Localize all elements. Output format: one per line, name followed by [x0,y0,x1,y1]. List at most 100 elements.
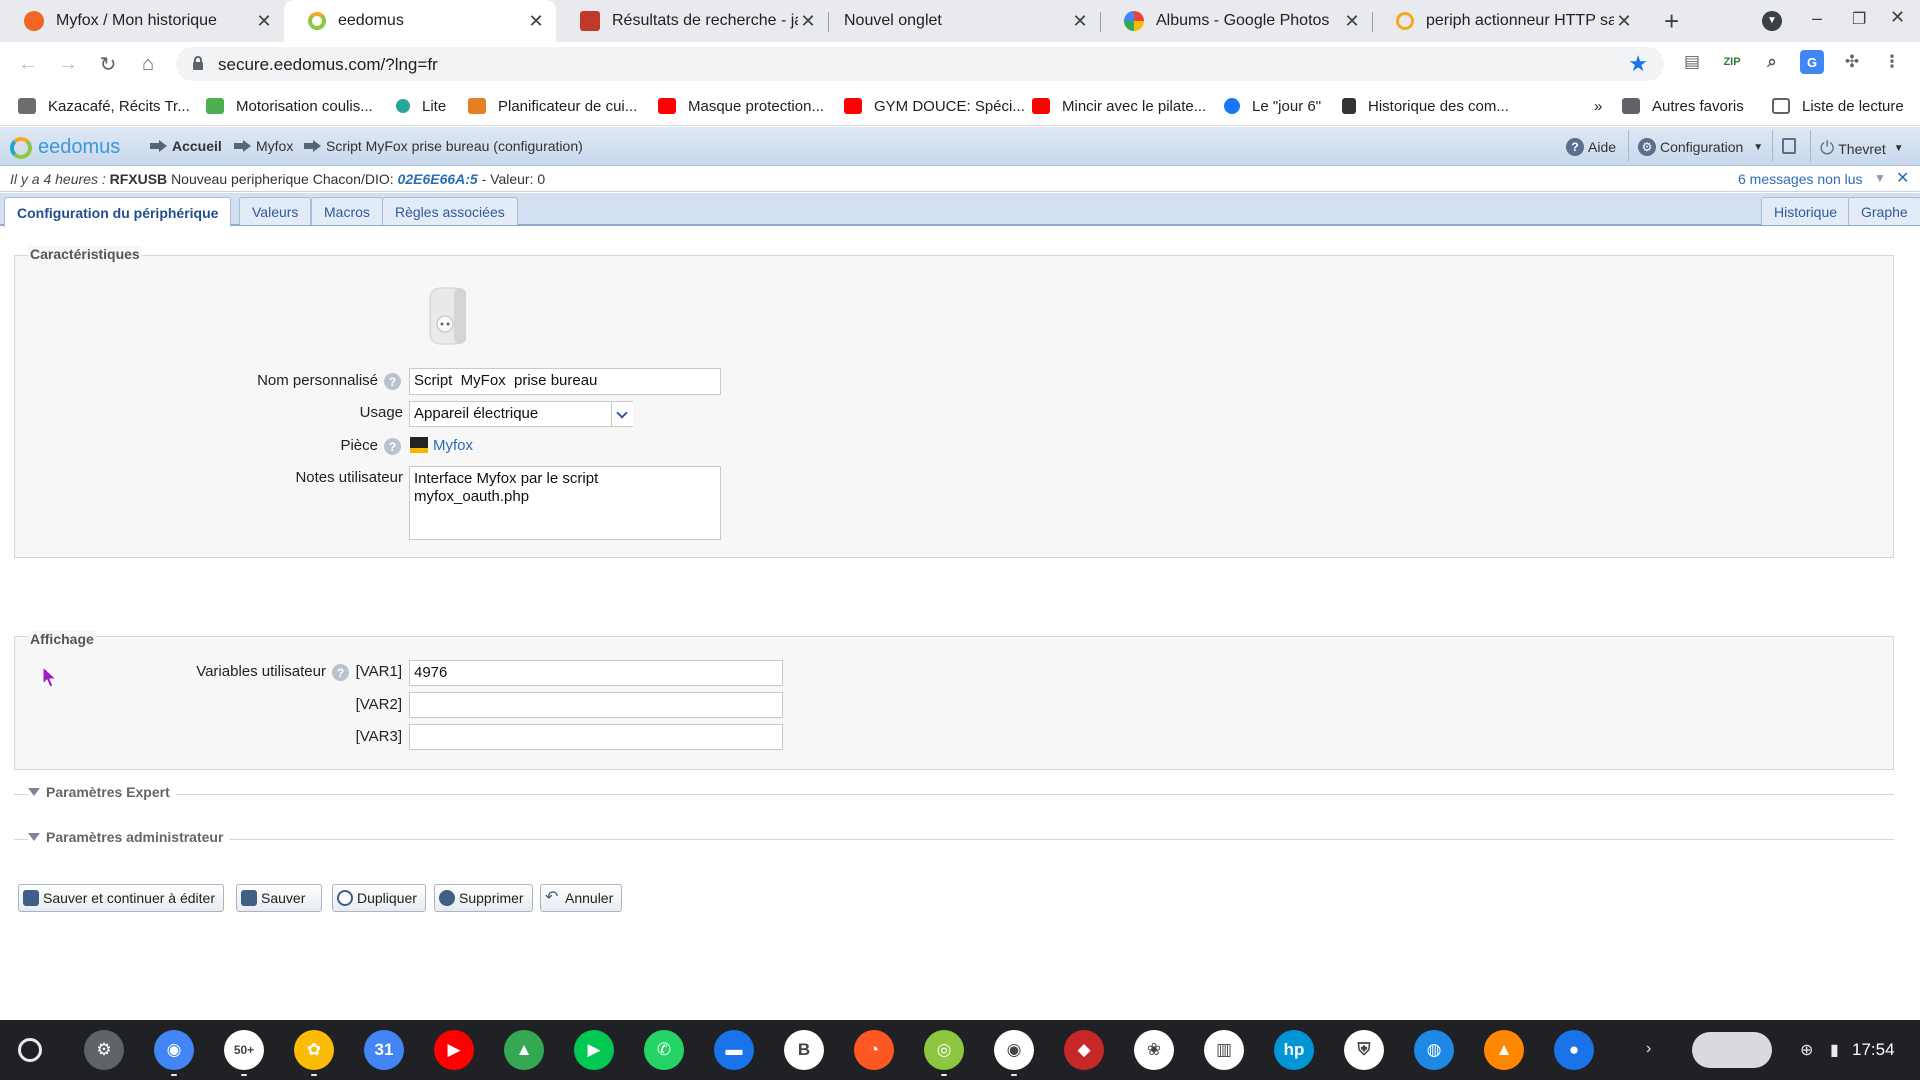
eedomus-logo[interactable]: eedomus [38,136,120,159]
tab-values[interactable]: Valeurs [239,197,312,225]
bookmark-item[interactable]: Le "jour 6" [1224,94,1321,118]
admin-parameters-toggle[interactable]: Paramètres administrateur [14,829,1894,849]
play-store-icon[interactable]: ▶ [574,1030,614,1070]
photos-icon[interactable]: ✿ [294,1030,334,1070]
launcher-icon[interactable] [18,1038,42,1062]
bookmark-item[interactable]: Mincir avec le pilate... [1032,94,1206,118]
extensions-puzzle-icon[interactable]: ✣ [1840,50,1864,74]
save-and-continue-button[interactable]: Sauver et continuer à éditer [18,884,224,912]
bookmark-item[interactable]: Motorisation coulis... [206,94,373,118]
camera-app-icon[interactable]: ◉ [994,1030,1034,1070]
clock[interactable]: 17:54 [1852,1040,1895,1060]
translate-extension-icon[interactable]: G [1800,50,1824,74]
browser-menu-icon[interactable]: ⋮ [1880,50,1904,74]
other-bookmarks[interactable]: Autres favoris [1622,94,1744,118]
vlc-icon[interactable]: ▲ [1484,1030,1524,1070]
restore-icon[interactable]: ❐ [1852,9,1866,29]
tab-macros[interactable]: Macros [311,197,383,225]
contacts-icon[interactable]: ● [1554,1030,1594,1070]
delete-button[interactable]: Supprimer [434,884,533,912]
bookmark-item[interactable]: Lite [396,94,446,118]
red-app-icon[interactable]: ◆ [1064,1030,1104,1070]
browser-tab[interactable]: Albums - Google Photos ✕ [1100,0,1373,42]
bookmark-item[interactable]: Planificateur de cui... [468,94,637,118]
zip-extension-icon[interactable]: ZIP [1720,50,1744,74]
close-window-icon[interactable]: ✕ [1890,7,1905,28]
tab-graph[interactable]: Graphe [1848,197,1920,225]
notes-textarea[interactable]: Interface Myfox par le script myfox_oaut… [409,466,721,540]
browser-tab[interactable]: Résultats de recherche - jann ✕ [556,0,829,42]
minimize-icon[interactable]: – [1812,8,1822,29]
name-input[interactable]: Script MyFox prise bureau [409,368,721,395]
gift-app-icon[interactable]: ❀ [1134,1030,1174,1070]
forward-icon[interactable]: → [54,50,82,78]
duplicate-button[interactable]: Dupliquer [332,884,426,912]
var2-input[interactable] [409,692,783,718]
close-tab-icon[interactable]: ✕ [526,11,546,32]
tab-device-configuration[interactable]: Configuration du périphérique [4,197,232,227]
close-tab-icon[interactable]: ✕ [1342,11,1362,32]
user-menu[interactable]: ⏻ Thevret ▼ [1820,138,1904,159]
bookmark-item[interactable]: Historique des com... [1342,94,1509,118]
usage-select[interactable]: Appareil électrique [409,401,633,427]
tab-history[interactable]: Historique [1761,197,1851,225]
breadcrumb-home[interactable]: Accueil [150,138,222,154]
chevron-down-icon[interactable]: ▼ [1874,171,1886,185]
close-icon[interactable]: ✕ [1896,168,1909,188]
unread-messages-link[interactable]: 6 messages non lus [1738,171,1863,187]
close-tab-icon[interactable]: ✕ [1614,11,1634,32]
expert-parameters-toggle[interactable]: Paramètres Expert [14,784,1894,804]
browser-tab[interactable]: periph actionneur HTTP sans ✕ [1372,0,1644,42]
browser-tab[interactable]: Nouvel onglet ✕ [828,0,1101,42]
orange-app-icon[interactable]: ◔ [854,1030,894,1070]
close-tab-icon[interactable]: ✕ [1070,11,1090,32]
eedomus-logo-icon[interactable] [10,137,32,159]
back-icon[interactable]: ← [14,50,42,78]
b-app-icon[interactable]: B [784,1030,824,1070]
overflow-chevron-icon[interactable]: › [1646,1040,1651,1058]
home-icon[interactable]: ⌂ [134,50,162,78]
notification-message[interactable]: Il y a 4 heures : RFXUSB Nouveau periphe… [10,171,545,187]
room-link[interactable]: Myfox [433,437,473,454]
reload-icon[interactable]: ↻ [94,50,122,78]
help-link[interactable]: ? Aide [1566,138,1616,156]
help-icon[interactable]: ? [384,438,401,455]
tab-search-icon[interactable]: ▼ [1762,11,1782,31]
hp-icon[interactable]: hp [1274,1030,1314,1070]
new-tab-icon[interactable]: + [1664,6,1679,37]
whatsapp-icon[interactable]: ✆ [644,1030,684,1070]
drive-icon[interactable]: ▲ [504,1030,544,1070]
var3-input[interactable] [409,724,783,750]
bookmark-item[interactable]: GYM DOUCE: Spéci... [844,94,1025,118]
reading-list[interactable]: Liste de lecture [1772,94,1904,118]
deezer-icon[interactable]: ▥ [1204,1030,1244,1070]
youtube-icon[interactable]: ▶ [434,1030,474,1070]
address-bar[interactable]: secure.eedomus.com/?lng=fr ★ [176,47,1664,81]
eedomus-app-icon[interactable]: ◎ [924,1030,964,1070]
cancel-button[interactable]: ↶ Annuler [540,884,623,912]
holding-space-icon[interactable] [1692,1032,1772,1068]
bookmark-item[interactable]: Masque protection... [658,94,824,118]
lock-button[interactable] [1782,138,1796,154]
extension-icon[interactable]: ▤ [1680,50,1704,74]
bookmark-item[interactable]: Kazacafé, Récits Tr... [18,94,190,118]
bookmark-star-icon[interactable]: ★ [1628,51,1648,77]
configuration-menu[interactable]: ⚙ Configuration ▼ [1638,138,1763,156]
calendar-icon[interactable]: 31 [364,1030,404,1070]
tab-associated-rules[interactable]: Règles associées [382,197,518,225]
save-button[interactable]: Sauver [236,884,322,912]
bouygues-icon[interactable]: ◍ [1414,1030,1454,1070]
chrome-icon[interactable]: ◉ [154,1030,194,1070]
chevron-down-icon[interactable] [611,402,633,426]
help-icon[interactable]: ? [384,373,401,390]
browser-tab-active[interactable]: eedomus ✕ [284,0,556,42]
bookmarks-overflow-icon[interactable]: » [1594,94,1602,118]
files-icon[interactable]: ▬ [714,1030,754,1070]
shield-app-icon[interactable]: ⛨ [1344,1030,1384,1070]
add-icon[interactable]: ⊕ [1800,1040,1813,1060]
var1-input[interactable]: 4976 [409,660,783,686]
gmail-50-icon[interactable]: 50+ [224,1030,264,1070]
settings-icon[interactable]: ⚙ [84,1030,124,1070]
search-extension-icon[interactable]: ⌕ [1760,50,1784,74]
breadcrumb-room[interactable]: Myfox [234,138,293,154]
